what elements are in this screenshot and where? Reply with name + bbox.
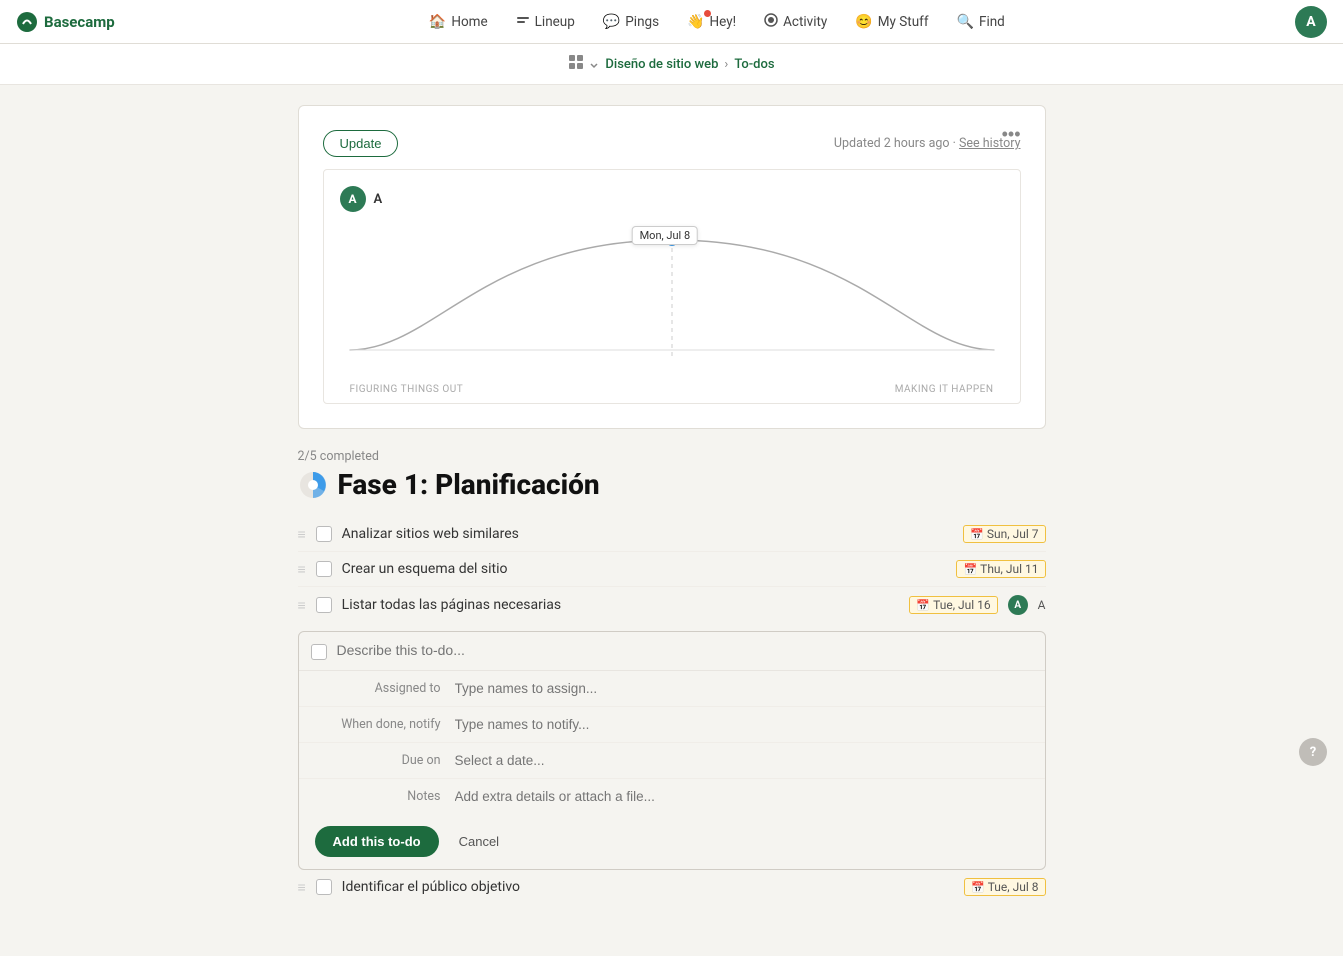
todo-checkbox-3[interactable] xyxy=(316,597,332,613)
due-badge-partial: 📅 Tue, Jul 8 xyxy=(964,878,1046,896)
find-icon: 🔍 xyxy=(957,14,974,30)
help-button[interactable]: ? xyxy=(1299,738,1327,766)
notify-input[interactable] xyxy=(455,717,1029,732)
due-on-field: Due on xyxy=(299,743,1045,779)
new-todo-form: Assigned to When done, notify Due on Not… xyxy=(298,631,1046,870)
notify-field: When done, notify xyxy=(299,707,1045,743)
hey-icon: 👋 xyxy=(687,14,704,30)
new-todo-checkbox xyxy=(311,644,327,660)
cancel-button[interactable]: Cancel xyxy=(447,826,511,857)
new-todo-fields: Assigned to When done, notify Due on Not… xyxy=(299,671,1045,814)
todos-title-text: Fase 1: Planificación xyxy=(338,468,600,501)
calendar-icon: 📅 xyxy=(970,528,984,541)
chart-user-label: A xyxy=(374,192,383,207)
assigned-to-input[interactable] xyxy=(455,681,1029,696)
due-on-label: Due on xyxy=(315,753,455,768)
drag-handle-partial[interactable]: ≡ xyxy=(298,879,306,896)
nav-pings[interactable]: 💬 Pings xyxy=(591,8,671,36)
todo-list: ≡ Analizar sitios web similares 📅 Sun, J… xyxy=(298,517,1046,623)
todo-item: ≡ Analizar sitios web similares 📅 Sun, J… xyxy=(298,517,1046,552)
nav-lineup[interactable]: Lineup xyxy=(504,7,587,37)
breadcrumb-bar: Diseño de sitio web › To-dos xyxy=(0,44,1343,85)
page-content: ••• Update Updated 2 hours ago · See his… xyxy=(282,85,1062,956)
notes-input[interactable] xyxy=(455,789,1029,804)
chart-user-avatar: A xyxy=(340,186,366,212)
grid-icon[interactable] xyxy=(568,54,599,74)
notify-label: When done, notify xyxy=(315,717,455,732)
new-todo-input[interactable] xyxy=(337,642,1033,658)
chart-header: A A xyxy=(340,186,1004,212)
mystuff-icon: 😊 xyxy=(855,14,872,30)
todo-text-1: Analizar sitios web similares xyxy=(342,526,954,542)
home-icon: 🏠 xyxy=(429,14,446,30)
hill-chart: Mon, Jul 8 xyxy=(340,220,1004,380)
due-badge-3: 📅 Tue, Jul 16 xyxy=(909,596,997,614)
hill-chart-card: ••• Update Updated 2 hours ago · See his… xyxy=(298,105,1046,429)
todo-item-partial: ≡ Identificar el público objetivo 📅 Tue,… xyxy=(298,870,1046,896)
todo-text-partial: Identificar el público objetivo xyxy=(342,879,954,895)
notes-label: Notes xyxy=(315,789,455,804)
new-todo-top xyxy=(299,632,1045,671)
logo[interactable]: Basecamp xyxy=(16,11,115,33)
card-meta: Updated 2 hours ago · See history xyxy=(834,136,1021,151)
assignee-avatar-3: A xyxy=(1008,595,1028,615)
chart-labels: FIGURING THINGS OUT MAKING IT HAPPEN xyxy=(340,384,1004,395)
nav-activity[interactable]: Activity xyxy=(752,7,839,37)
nav-hey[interactable]: 👋 Hey! xyxy=(675,8,748,36)
main-nav: Basecamp 🏠 Home Lineup 💬 Pings 👋 Hey! xyxy=(0,0,1343,44)
breadcrumb-current: To-dos xyxy=(734,57,774,72)
drag-handle[interactable]: ≡ xyxy=(298,526,306,543)
breadcrumb: Diseño de sitio web › To-dos xyxy=(568,54,774,74)
todo-item: ≡ Listar todas las páginas necesarias 📅 … xyxy=(298,587,1046,623)
todo-form-actions: Add this to-do Cancel xyxy=(299,814,1045,869)
drag-handle[interactable]: ≡ xyxy=(298,597,306,614)
due-badge-2: 📅 Thu, Jul 11 xyxy=(956,560,1045,578)
breadcrumb-separator: › xyxy=(724,57,728,72)
chart-container: A A Mon, Jul 8 xyxy=(323,169,1021,404)
update-button[interactable]: Update xyxy=(323,130,399,157)
nav-find[interactable]: 🔍 Find xyxy=(945,8,1017,36)
todos-section: 2/5 completed Fase 1: Planificación ≡ An… xyxy=(298,449,1046,896)
nav-home[interactable]: 🏠 Home xyxy=(417,8,500,36)
pings-icon: 💬 xyxy=(603,14,620,30)
todo-text-3: Listar todas las páginas necesarias xyxy=(342,597,900,613)
calendar-icon: 📅 xyxy=(963,563,977,576)
todo-checkbox-partial[interactable] xyxy=(316,879,332,895)
assigned-to-label: Assigned to xyxy=(315,681,455,696)
hill-dot-label: Mon, Jul 8 xyxy=(632,226,699,245)
due-badge-1: 📅 Sun, Jul 7 xyxy=(963,525,1045,543)
todo-checkbox-1[interactable] xyxy=(316,526,332,542)
notes-field: Notes xyxy=(299,779,1045,814)
progress-pie-icon xyxy=(298,470,328,500)
add-todo-button[interactable]: Add this to-do xyxy=(315,826,439,857)
activity-icon xyxy=(764,13,778,31)
assigned-to-field: Assigned to xyxy=(299,671,1045,707)
more-options-button[interactable]: ••• xyxy=(994,122,1029,147)
todo-checkbox-2[interactable] xyxy=(316,561,332,577)
breadcrumb-project[interactable]: Diseño de sitio web xyxy=(605,57,718,72)
drag-handle[interactable]: ≡ xyxy=(298,561,306,578)
todo-item: ≡ Crear un esquema del sitio 📅 Thu, Jul … xyxy=(298,552,1046,587)
assignee-label-3: A xyxy=(1038,598,1046,612)
user-avatar[interactable]: A xyxy=(1295,6,1327,38)
todos-title: Fase 1: Planificación xyxy=(298,468,1046,501)
todo-text-2: Crear un esquema del sitio xyxy=(342,561,947,577)
nav-mystuff[interactable]: 😊 My Stuff xyxy=(843,8,940,36)
nav-items: 🏠 Home Lineup 💬 Pings 👋 Hey! Activity xyxy=(139,7,1295,37)
card-top-bar: Update Updated 2 hours ago · See history xyxy=(323,130,1021,157)
calendar-icon: 📅 xyxy=(916,599,930,612)
due-on-input[interactable] xyxy=(455,753,1029,768)
lineup-icon xyxy=(516,13,530,31)
calendar-icon: 📅 xyxy=(971,881,985,894)
todos-progress: 2/5 completed xyxy=(298,449,1046,464)
